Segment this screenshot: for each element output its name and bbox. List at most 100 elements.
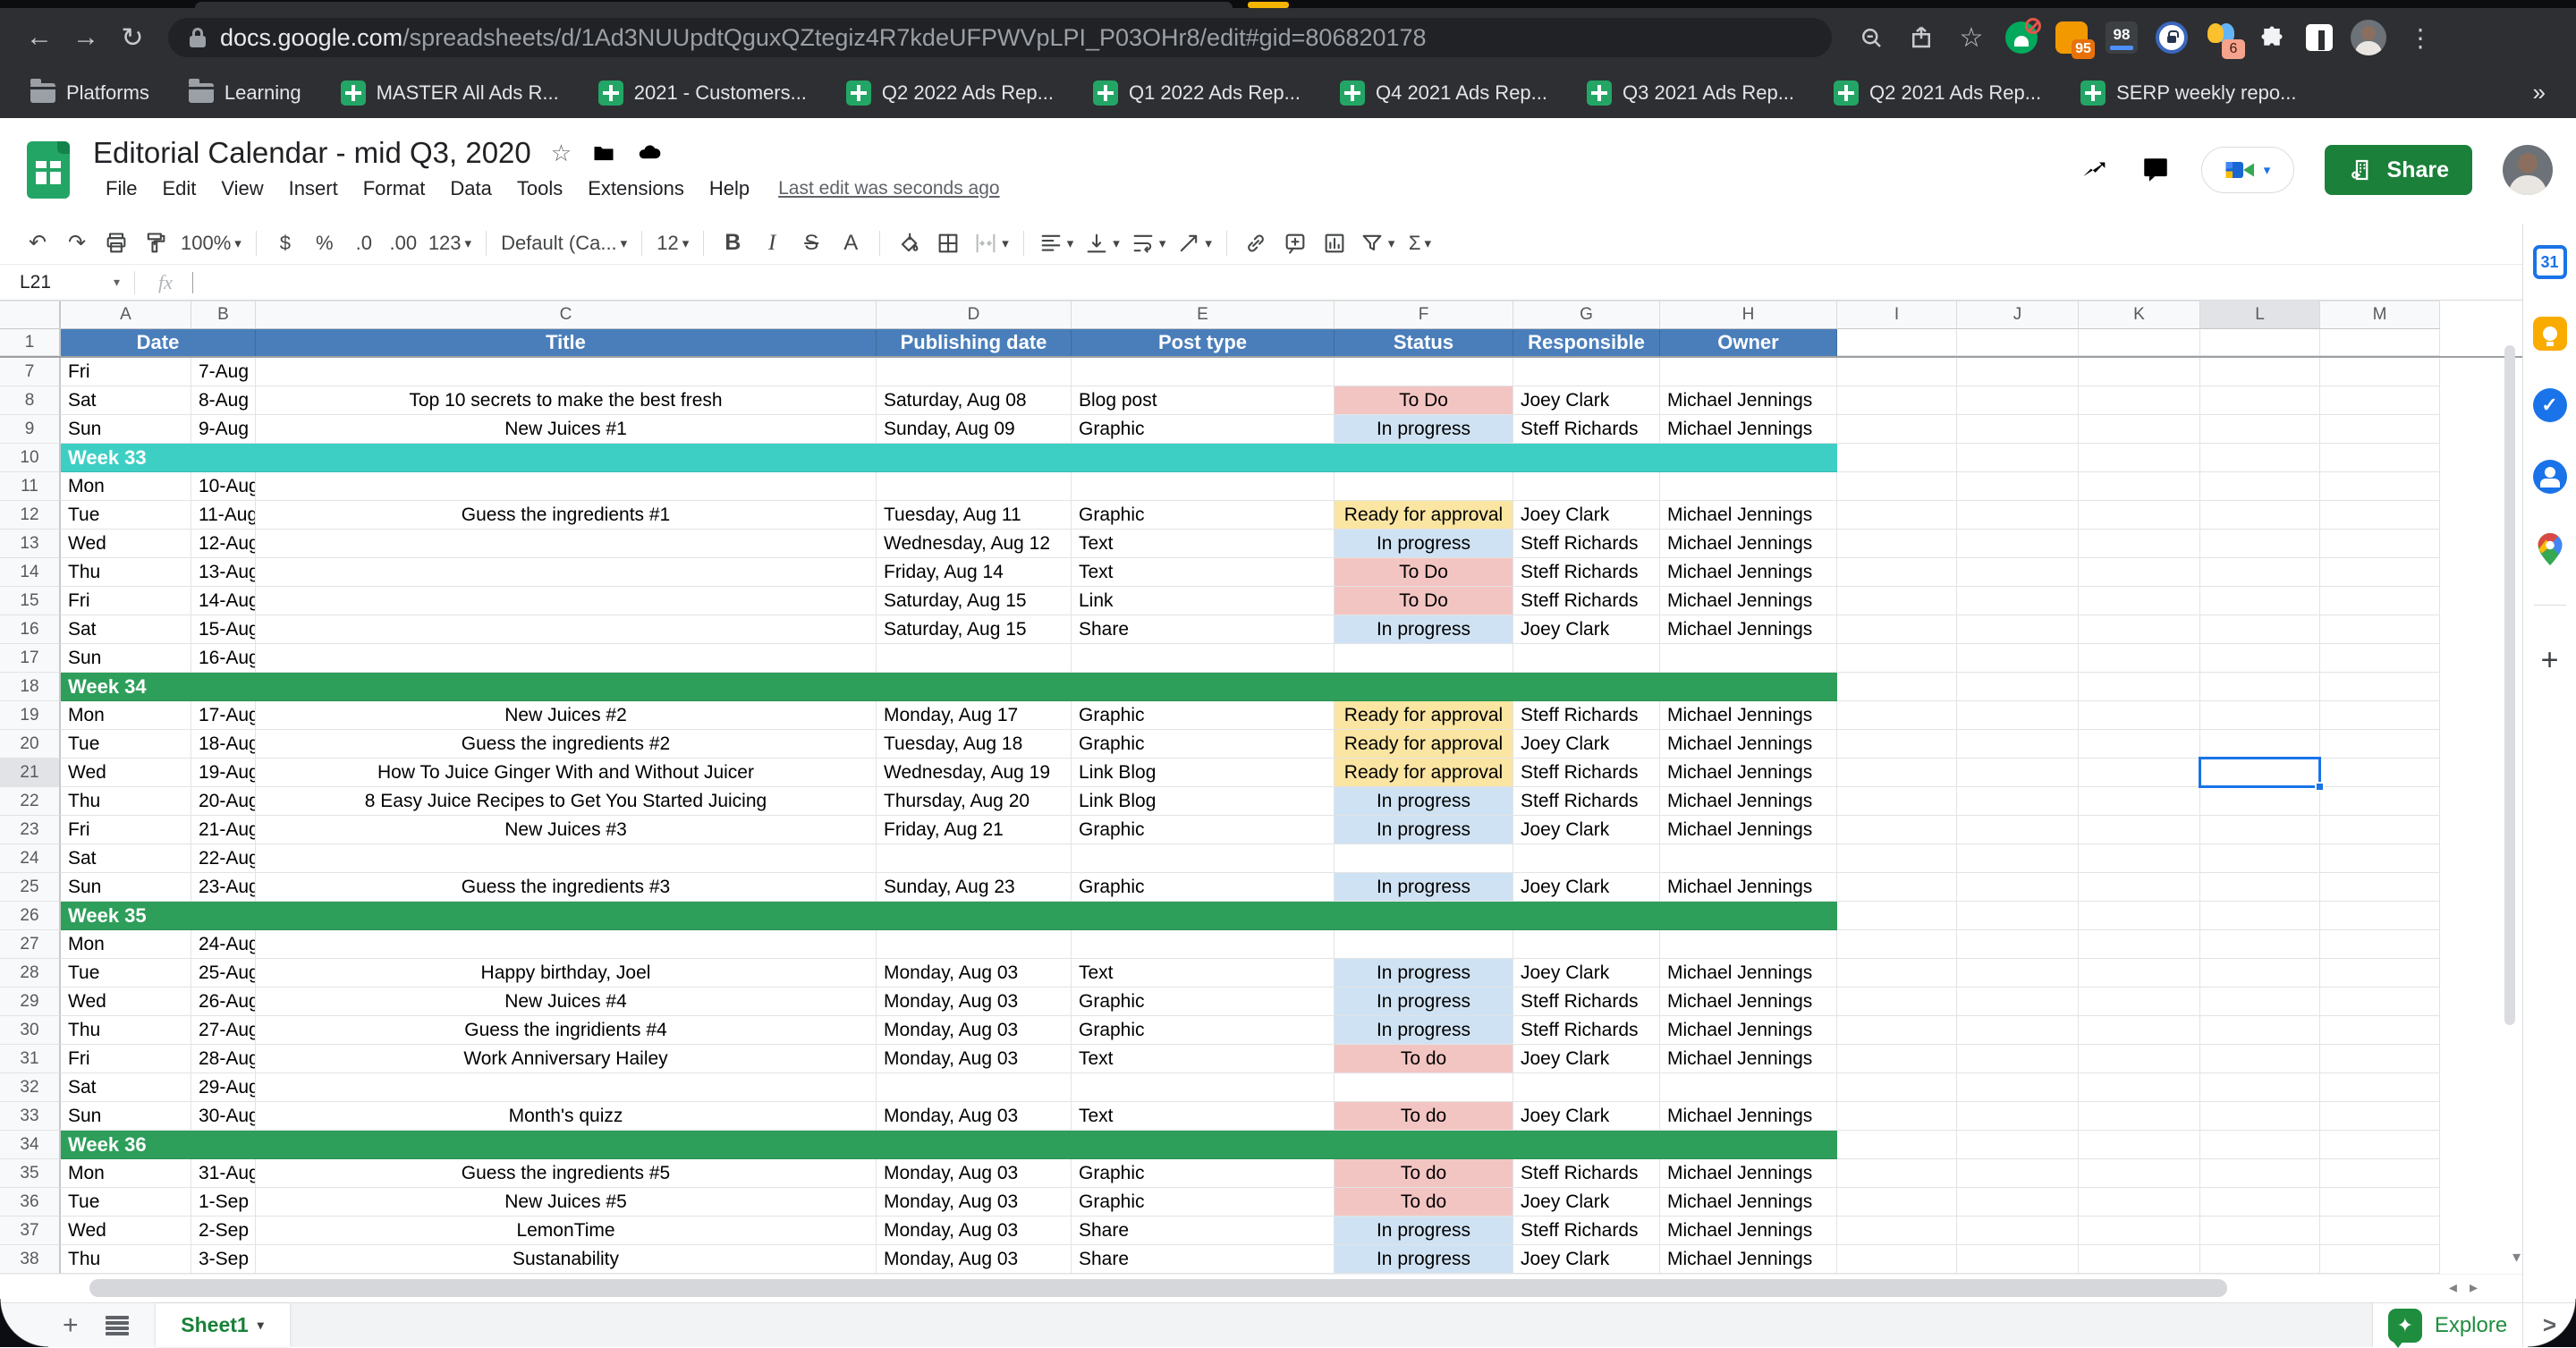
post-type-cell[interactable]: Graphic [1072,501,1335,530]
document-title[interactable]: Editorial Calendar - mid Q3, 2020 [93,136,531,170]
print-icon[interactable] [97,225,136,261]
owner-cell[interactable]: Michael Jennings [1660,787,1837,816]
header-cell[interactable]: Date [61,329,256,356]
row-header-25[interactable]: 25 [0,873,61,902]
zoom-select[interactable]: 100%▾ [175,225,247,261]
share-button[interactable]: Share [2325,145,2472,195]
grid-cell[interactable] [2079,358,2200,386]
address-bar[interactable]: docs.google.com/spreadsheets/d/1Ad3NUUpd… [168,18,1832,57]
row-header-27[interactable]: 27 [0,930,61,959]
publishing-date-cell[interactable]: Wednesday, Aug 12 [877,530,1072,558]
grid-cell[interactable] [1957,472,2079,501]
add-sheet-button[interactable]: + [63,1310,79,1341]
grid-cell[interactable] [2200,873,2320,902]
menu-insert[interactable]: Insert [276,174,351,204]
date-cell[interactable]: 21-Aug [191,816,256,844]
grid-cell[interactable] [2079,816,2200,844]
week-band[interactable]: Week 35 [61,902,1837,930]
grid-cell[interactable] [2320,530,2440,558]
horizontal-scroll-thumb[interactable] [89,1279,2227,1297]
menu-help[interactable]: Help [697,174,762,204]
row-header-35[interactable]: 35 [0,1159,61,1188]
grid-cell[interactable] [2320,844,2440,873]
tasks-icon[interactable]: ✓ [2533,388,2567,422]
row-header-30[interactable]: 30 [0,1016,61,1045]
week-band[interactable]: Week 33 [61,444,1837,472]
grid-cell[interactable] [2079,501,2200,530]
grid-cell[interactable] [2320,472,2440,501]
all-sheets-icon[interactable] [106,1316,129,1335]
publishing-date-cell[interactable]: Monday, Aug 17 [877,701,1072,730]
grid-cell[interactable] [2200,558,2320,587]
publishing-date-cell[interactable]: Saturday, Aug 15 [877,587,1072,615]
publishing-date-cell[interactable] [877,930,1072,959]
grid-cell[interactable] [1837,444,1957,472]
title-cell[interactable] [256,644,877,673]
decrease-decimals-button[interactable]: .0 [344,225,384,261]
status-cell[interactable]: To Do [1335,558,1513,587]
borders-icon[interactable] [928,225,968,261]
status-cell[interactable]: In progress [1335,988,1513,1016]
day-cell[interactable]: Fri [61,587,191,615]
post-type-cell[interactable] [1072,844,1335,873]
header-cell[interactable]: Status [1335,329,1513,356]
date-cell[interactable]: 14-Aug [191,587,256,615]
grid-cell[interactable] [2200,1131,2320,1159]
grid-cell[interactable] [2320,730,2440,759]
day-cell[interactable]: Wed [61,1217,191,1245]
date-cell[interactable]: 19-Aug [191,759,256,787]
title-cell[interactable]: Top 10 secrets to make the best fresh [256,386,877,415]
grid-cell[interactable] [2200,615,2320,644]
vertical-scrollbar[interactable] [2504,301,2517,1240]
post-type-cell[interactable]: Link Blog [1072,759,1335,787]
grid-cell[interactable] [2320,1131,2440,1159]
responsible-cell[interactable]: Joey Clark [1513,501,1660,530]
date-cell[interactable]: 12-Aug [191,530,256,558]
keep-icon[interactable] [2533,317,2567,351]
grid-cell[interactable] [1957,530,2079,558]
responsible-cell[interactable]: Joey Clark [1513,386,1660,415]
day-cell[interactable]: Sat [61,615,191,644]
grid-cell[interactable] [1837,415,1957,444]
grid-cell[interactable] [2320,759,2440,787]
grid-cell[interactable] [2200,1159,2320,1188]
grid-cell[interactable] [1957,759,2079,787]
grid-cell[interactable] [2079,444,2200,472]
grid-cell[interactable] [2320,587,2440,615]
grid-cell[interactable] [2320,1073,2440,1102]
grid-cell[interactable] [1957,902,2079,930]
column-header-E[interactable]: E [1072,301,1335,329]
grid-cell[interactable] [2079,759,2200,787]
currency-format-button[interactable]: $ [266,225,305,261]
grid-cell[interactable] [2200,1045,2320,1073]
publishing-date-cell[interactable]: Wednesday, Aug 19 [877,759,1072,787]
grid-cell[interactable] [2320,988,2440,1016]
post-type-cell[interactable]: Graphic [1072,816,1335,844]
grid-cell[interactable] [2320,1245,2440,1274]
responsible-cell[interactable] [1513,1073,1660,1102]
responsible-cell[interactable]: Steff Richards [1513,759,1660,787]
grid-cell[interactable] [2079,558,2200,587]
grid-cell[interactable] [2079,415,2200,444]
bookmark-item[interactable]: Learning [189,81,301,105]
strikethrough-button[interactable]: S [792,225,831,261]
grid-cell[interactable] [2320,386,2440,415]
grid-cell[interactable] [1957,1217,2079,1245]
text-wrap-icon[interactable]: ▾ [1125,225,1172,261]
title-cell[interactable]: Guess the ingridients #4 [256,1016,877,1045]
post-type-cell[interactable] [1072,1073,1335,1102]
status-cell[interactable] [1335,1073,1513,1102]
column-header-I[interactable]: I [1837,301,1957,329]
owner-cell[interactable]: Michael Jennings [1660,1245,1837,1274]
grid-cell[interactable] [1957,673,2079,701]
move-to-folder-icon[interactable] [591,140,616,165]
menu-data[interactable]: Data [437,174,504,204]
title-cell[interactable] [256,615,877,644]
grid-cell[interactable] [1837,959,1957,988]
day-cell[interactable]: Fri [61,358,191,386]
grid-cell[interactable] [1957,1159,2079,1188]
owner-cell[interactable] [1660,358,1837,386]
grid-cell[interactable] [2079,988,2200,1016]
extensions-puzzle-icon[interactable] [2256,21,2288,54]
title-cell[interactable]: New Juices #5 [256,1188,877,1217]
